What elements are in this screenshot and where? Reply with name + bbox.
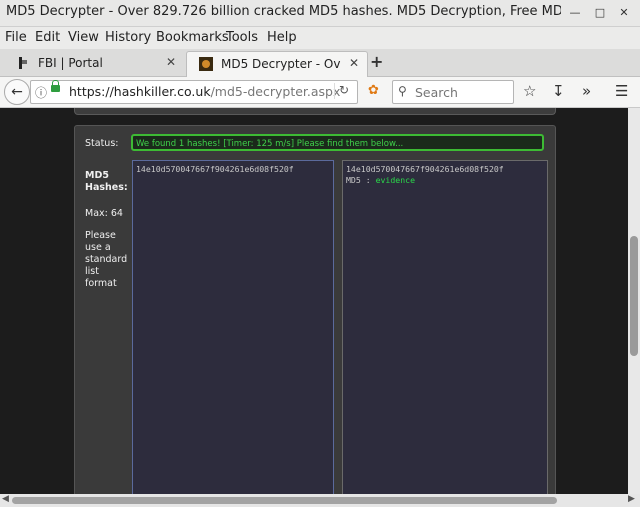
tab-fbi-portal[interactable]: FBI | Portal ✕: [4, 51, 184, 76]
menu-file[interactable]: File: [5, 30, 27, 45]
menu-history[interactable]: History: [105, 30, 151, 45]
status-message: We found 1 hashes! [Timer: 125 m/s] Plea…: [131, 134, 544, 151]
md5-decrypter-panel: Status: We found 1 hashes! [Timer: 125 m…: [74, 125, 556, 494]
horizontal-scroll-thumb[interactable]: [12, 497, 557, 504]
search-icon: ⚲: [398, 84, 407, 98]
tab-label: MD5 Decrypter - Ove...: [221, 57, 341, 71]
downloads-icon[interactable]: ↧: [552, 82, 565, 100]
top-panel-edge: [74, 108, 556, 115]
hash-input-textarea[interactable]: 14e10d570047667f904261e6d08f520f: [132, 160, 334, 494]
maximize-button[interactable]: □: [591, 4, 609, 22]
hash-results-box[interactable]: 14e10d570047667f904261e6d08f520f MD5 : e…: [342, 160, 548, 494]
tab-md5-decrypter[interactable]: MD5 Decrypter - Ove... ✕: [186, 51, 368, 77]
search-input[interactable]: [413, 83, 511, 101]
overflow-chevron-icon[interactable]: »: [582, 82, 591, 100]
hashkiller-favicon-icon: [199, 57, 213, 71]
scroll-right-icon[interactable]: ▶: [628, 494, 635, 504]
page-content: Status: We found 1 hashes! [Timer: 125 m…: [0, 108, 628, 494]
format-hint: Please use a standard list format: [85, 230, 128, 289]
menu-help[interactable]: Help: [267, 30, 297, 45]
navigation-bar: ← ⓘ https://hashkiller.co.uk/md5-decrypt…: [0, 77, 640, 108]
md5-hashes-heading: MD5 Hashes:: [85, 170, 128, 193]
result-hash: 14e10d570047667f904261e6d08f520f: [346, 164, 504, 174]
close-window-button[interactable]: ✕: [615, 4, 633, 22]
tab-bar: FBI | Portal ✕ MD5 Decrypter - Ove... ✕: [0, 49, 640, 77]
tab-label: FBI | Portal: [38, 56, 103, 70]
menu-edit[interactable]: Edit: [35, 30, 60, 45]
new-tab-button[interactable]: +: [370, 52, 383, 71]
url-text: https://hashkiller.co.uk/md5-decrypter.a…: [69, 84, 341, 99]
window-title: MD5 Decrypter - Over 829.726 billion cra…: [6, 4, 561, 19]
vertical-scroll-thumb[interactable]: [630, 236, 638, 356]
result-line: MD5 : evidence: [346, 175, 416, 185]
reload-icon[interactable]: ↻: [334, 83, 353, 99]
back-button[interactable]: ←: [4, 79, 30, 105]
menu-bar: File Edit View History Bookmarks Tools H…: [0, 27, 640, 49]
lock-icon: [51, 80, 60, 92]
fbi-favicon-icon: [19, 57, 27, 69]
vertical-scrollbar[interactable]: [628, 108, 640, 494]
bookmark-star-icon[interactable]: ☆: [523, 82, 536, 100]
minimize-button[interactable]: —: [566, 4, 584, 22]
url-bar[interactable]: ⓘ https://hashkiller.co.uk/md5-decrypter…: [30, 80, 358, 104]
menu-view[interactable]: View: [68, 30, 99, 45]
hamburger-menu-icon[interactable]: ☰: [615, 82, 628, 100]
result-plaintext: evidence: [375, 175, 416, 185]
window-titlebar: MD5 Decrypter - Over 829.726 billion cra…: [0, 0, 640, 27]
hashes-sidebar: MD5 Hashes: Max: 64 Please use a standar…: [85, 170, 133, 290]
extension-icon[interactable]: ✿: [368, 84, 382, 98]
menu-bookmarks[interactable]: Bookmarks: [156, 30, 229, 45]
menu-tools[interactable]: Tools: [226, 30, 258, 45]
info-icon[interactable]: ⓘ: [35, 84, 47, 101]
close-tab-icon[interactable]: ✕: [166, 55, 176, 69]
max-hashes-label: Max: 64: [85, 208, 123, 219]
close-tab-icon[interactable]: ✕: [349, 56, 359, 70]
status-label: Status:: [85, 138, 119, 149]
horizontal-scrollbar[interactable]: ◀ ▶: [0, 494, 640, 507]
search-box[interactable]: ⚲: [392, 80, 514, 104]
scroll-left-icon[interactable]: ◀: [2, 494, 9, 504]
